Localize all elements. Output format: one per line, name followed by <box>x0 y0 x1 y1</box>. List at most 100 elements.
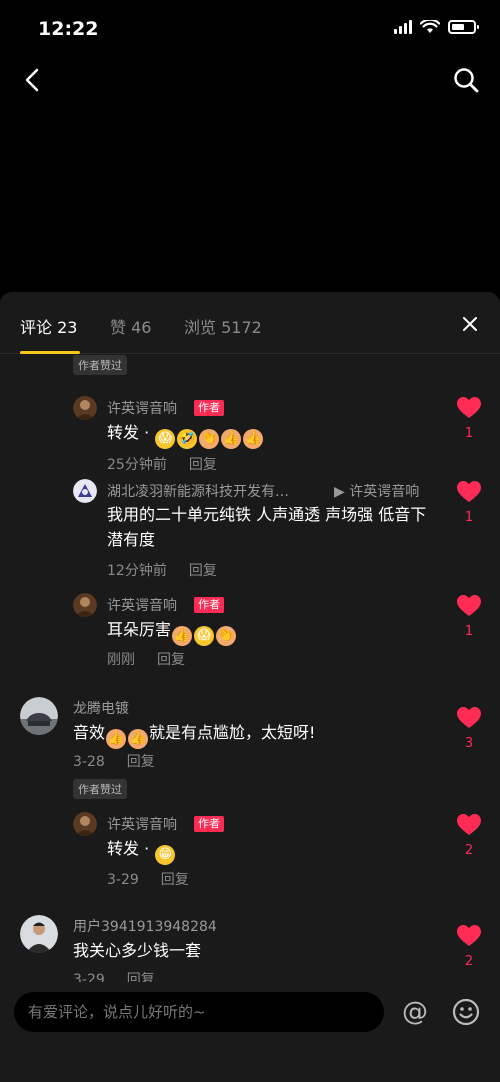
emoji-button[interactable] <box>450 996 482 1028</box>
clapping-hands-icon: 👏 <box>216 626 237 646</box>
comment-meta: 3-28 回复 <box>73 751 155 771</box>
search-button[interactable] <box>448 62 484 98</box>
heart-icon <box>457 397 481 418</box>
comment-text: 我关心多少钱一套 <box>73 941 202 960</box>
like-button[interactable]: 2 <box>456 814 482 858</box>
heart-icon <box>457 481 481 502</box>
back-button[interactable] <box>14 62 50 98</box>
author-liked-badge: 作者赞过 <box>73 355 127 375</box>
comment-text-content: 就是有点尴尬，太短呀! <box>149 723 316 742</box>
comment-meta: 刚刚 回复 <box>107 649 185 669</box>
author-liked-badge: 作者赞过 <box>73 779 127 799</box>
comment-author-name[interactable]: 龙腾电镀 <box>73 698 129 718</box>
comment-sheet: 评论 23 赞 46 浏览 5172 作者赞过 许英谔音响 作者 转发 · 😱 🤣… <box>0 292 500 1082</box>
reply-button[interactable]: 回复 <box>127 972 155 982</box>
like-count: 1 <box>464 510 474 525</box>
author-tag: 作者 <box>194 597 224 613</box>
tab-views[interactable]: 浏览 5172 <box>184 314 262 338</box>
comment-time: 12分钟前 <box>107 563 167 579</box>
avatar[interactable] <box>73 479 97 503</box>
like-button[interactable]: 3 <box>456 707 482 751</box>
comment-time: 刚刚 <box>107 652 135 668</box>
comment-meta: 3-29 回复 <box>73 969 155 982</box>
comment-text-content: 耳朵厉害 <box>107 620 172 639</box>
thumbs-up-icon: 👍 <box>221 429 242 449</box>
tab-comments[interactable]: 评论 23 <box>20 314 77 338</box>
comment-input[interactable]: 有爱评论，说点儿好听的~ <box>14 992 384 1032</box>
avatar[interactable] <box>73 593 97 617</box>
comment-author-name[interactable]: 湖北凌羽新能源科技开发有… <box>107 481 289 501</box>
like-button[interactable]: 1 <box>456 595 482 639</box>
grinning-face-icon: 😁 <box>155 845 176 865</box>
comment-text: 转发 · 😁 <box>107 836 176 865</box>
comment-time: 25分钟前 <box>107 457 167 473</box>
reply-button[interactable]: 回复 <box>189 563 217 579</box>
comment-text: 我用的二十单元纯铁 人声通透 声场强 低音下潜有度 <box>107 505 427 549</box>
comment-text: 转发 · 😱 🤣 👏 👍 👍 <box>107 420 264 449</box>
like-button[interactable]: 2 <box>456 925 482 969</box>
comment-meta: 25分钟前 回复 <box>107 454 217 474</box>
comment-meta: 3-29 回复 <box>107 869 189 889</box>
close-icon <box>463 317 477 331</box>
thumbs-up-icon: 👍 <box>243 429 264 449</box>
comment-text: 耳朵厉害 👍 😱 👏 <box>107 617 237 646</box>
thumbs-up-icon: 👍 <box>106 729 127 749</box>
reply-to-name[interactable]: 许英谔音响 <box>349 484 419 500</box>
thumbs-up-icon: 👍 <box>172 626 193 646</box>
close-button[interactable] <box>458 312 482 336</box>
wifi-icon <box>420 20 440 33</box>
comment-text: 音效 👍 👍 就是有点尴尬，太短呀! <box>73 720 315 749</box>
tab-likes[interactable]: 赞 46 <box>110 314 151 338</box>
chevron-left-icon <box>25 68 39 92</box>
comment-author-name[interactable]: 许英谔音响 <box>107 398 177 418</box>
clapping-hands-icon: 👏 <box>199 429 220 449</box>
comment-tabs: 评论 23 赞 46 浏览 5172 <box>0 292 500 354</box>
comment-text-content: 转发 · <box>107 839 150 858</box>
comment-author-name[interactable]: 用户3941913948284 <box>73 916 217 936</box>
comment-time: 3-28 <box>73 754 105 770</box>
reply-to: ▶ 许英谔音响 <box>334 481 419 501</box>
comment-time: 3-29 <box>73 972 105 982</box>
like-button[interactable]: 1 <box>456 481 482 525</box>
smiley-icon <box>452 998 480 1026</box>
comment-meta: 12分钟前 回复 <box>107 560 217 580</box>
signal-icon <box>394 20 412 34</box>
avatar[interactable] <box>73 812 97 836</box>
heart-icon <box>457 925 481 946</box>
like-count: 2 <box>464 954 474 969</box>
like-button[interactable]: 1 <box>456 397 482 441</box>
mention-button[interactable]: @ <box>397 994 433 1030</box>
reply-button[interactable]: 回复 <box>161 872 189 888</box>
status-icons <box>394 20 479 34</box>
heart-icon <box>457 595 481 616</box>
comment-author-name[interactable]: 许英谔音响 <box>107 814 177 834</box>
like-count: 1 <box>464 624 474 639</box>
like-count: 2 <box>464 843 474 858</box>
comment-text-content: 音效 <box>73 723 106 742</box>
status-time: 12:22 <box>38 18 99 40</box>
heart-icon <box>457 707 481 728</box>
reply-button[interactable]: 回复 <box>157 652 185 668</box>
author-tag: 作者 <box>194 400 224 416</box>
avatar[interactable] <box>73 396 97 420</box>
tab-underline <box>20 351 80 354</box>
author-tag: 作者 <box>194 816 224 832</box>
avatar[interactable] <box>20 697 58 735</box>
comment-time: 3-29 <box>107 872 139 888</box>
reply-button[interactable]: 回复 <box>127 754 155 770</box>
avatar[interactable] <box>20 915 58 953</box>
at-sign-icon: @ <box>402 997 428 1027</box>
status-bar: 12:22 <box>0 0 500 56</box>
heart-icon <box>457 814 481 835</box>
comment-list: 作者赞过 许英谔音响 作者 转发 · 😱🤣👏👍👍 25分钟前回复 1 <box>0 355 500 982</box>
reply-button[interactable]: 回复 <box>189 457 217 473</box>
comment-author-name[interactable]: 许英谔音响 <box>107 595 177 615</box>
like-count: 1 <box>464 426 474 441</box>
laughing-face-icon: 🤣 <box>177 429 198 449</box>
shocked-face-icon: 😱 <box>155 429 176 449</box>
like-count: 3 <box>464 736 474 751</box>
shocked-face-icon: 😱 <box>194 626 215 646</box>
reply-arrow-icon: ▶ <box>334 484 345 500</box>
comment-input-bar: 有爱评论，说点儿好听的~ @ <box>0 982 500 1082</box>
search-icon <box>454 68 479 93</box>
